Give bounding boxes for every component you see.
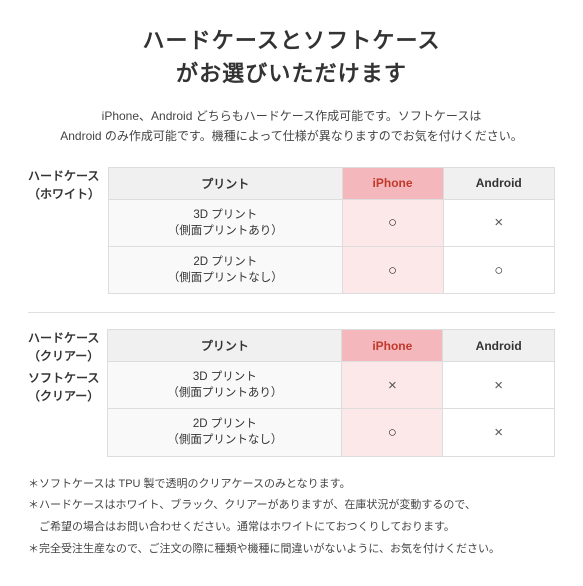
table-row: 2D プリント（側面プリントなし） ○ ○ (109, 246, 555, 293)
row3-label: 3D プリント（側面プリントあり） (108, 362, 342, 409)
description-text: iPhone、Android どちらもハードケース作成可能です。ソフトケースは … (28, 106, 555, 147)
table-row: 2D プリント（側面プリントなし） ○ × (108, 409, 555, 456)
row2-android: ○ (443, 246, 555, 293)
section-hard-white: ハードケース （ホワイト） プリント iPhone Android 3D プリン… (28, 167, 555, 294)
col-android-header-2: Android (443, 330, 555, 362)
section2-row-header: ハードケース （クリアー） ソフトケース （クリアー） (28, 329, 107, 405)
row1-android: × (443, 199, 555, 246)
section1-row-header: ハードケース （ホワイト） (28, 167, 108, 203)
notes-section: ＊ソフトケースは TPU 製で透明のクリアケースのみとなります。 ＊ハードケース… (28, 475, 555, 560)
row2-iphone: ○ (342, 246, 443, 293)
row1-label: 3D プリント（側面プリントあり） (109, 199, 343, 246)
section1-table: プリント iPhone Android 3D プリント（側面プリントあり） ○ … (108, 167, 555, 294)
col-print-header: プリント (109, 167, 343, 199)
table-row: 3D プリント（側面プリントあり） × × (108, 362, 555, 409)
page-container: ハードケースとソフトケース がお選びいただけます iPhone、Android … (28, 24, 555, 560)
note-4: ＊完全受注生産なので、ご注文の際に種類や機種に間違いがないように、お気を付けくだ… (28, 540, 555, 560)
row4-iphone: ○ (342, 409, 443, 456)
section2-table: プリント iPhone Android 3D プリント（側面プリントあり） × … (107, 329, 555, 456)
note-2: ＊ハードケースはホワイト、ブラック、クリアーがありますが、在庫状況が変動するので… (28, 496, 555, 516)
row3-iphone: × (342, 362, 443, 409)
row4-label: 2D プリント（側面プリントなし） (108, 409, 342, 456)
row4-android: × (443, 409, 555, 456)
table-row: 3D プリント（側面プリントあり） ○ × (109, 199, 555, 246)
row1-iphone: ○ (342, 199, 443, 246)
section-clear: ハードケース （クリアー） ソフトケース （クリアー） プリント iPhone … (28, 329, 555, 456)
row2-label: 2D プリント（側面プリントなし） (109, 246, 343, 293)
col-iphone-header-1: iPhone (342, 167, 443, 199)
section1-table-wrapper: ハードケース （ホワイト） プリント iPhone Android 3D プリン… (28, 167, 555, 294)
col-print-header-2: プリント (108, 330, 342, 362)
divider (28, 312, 555, 313)
row3-android: × (443, 362, 555, 409)
col-android-header-1: Android (443, 167, 555, 199)
col-iphone-header-2: iPhone (342, 330, 443, 362)
page-title: ハードケースとソフトケース がお選びいただけます (28, 24, 555, 90)
note-3: ご希望の場合はお問い合わせください。通常はホワイトにておつくりしております。 (28, 518, 555, 538)
section2-table-wrapper: ハードケース （クリアー） ソフトケース （クリアー） プリント iPhone … (28, 329, 555, 456)
note-1: ＊ソフトケースは TPU 製で透明のクリアケースのみとなります。 (28, 475, 555, 495)
